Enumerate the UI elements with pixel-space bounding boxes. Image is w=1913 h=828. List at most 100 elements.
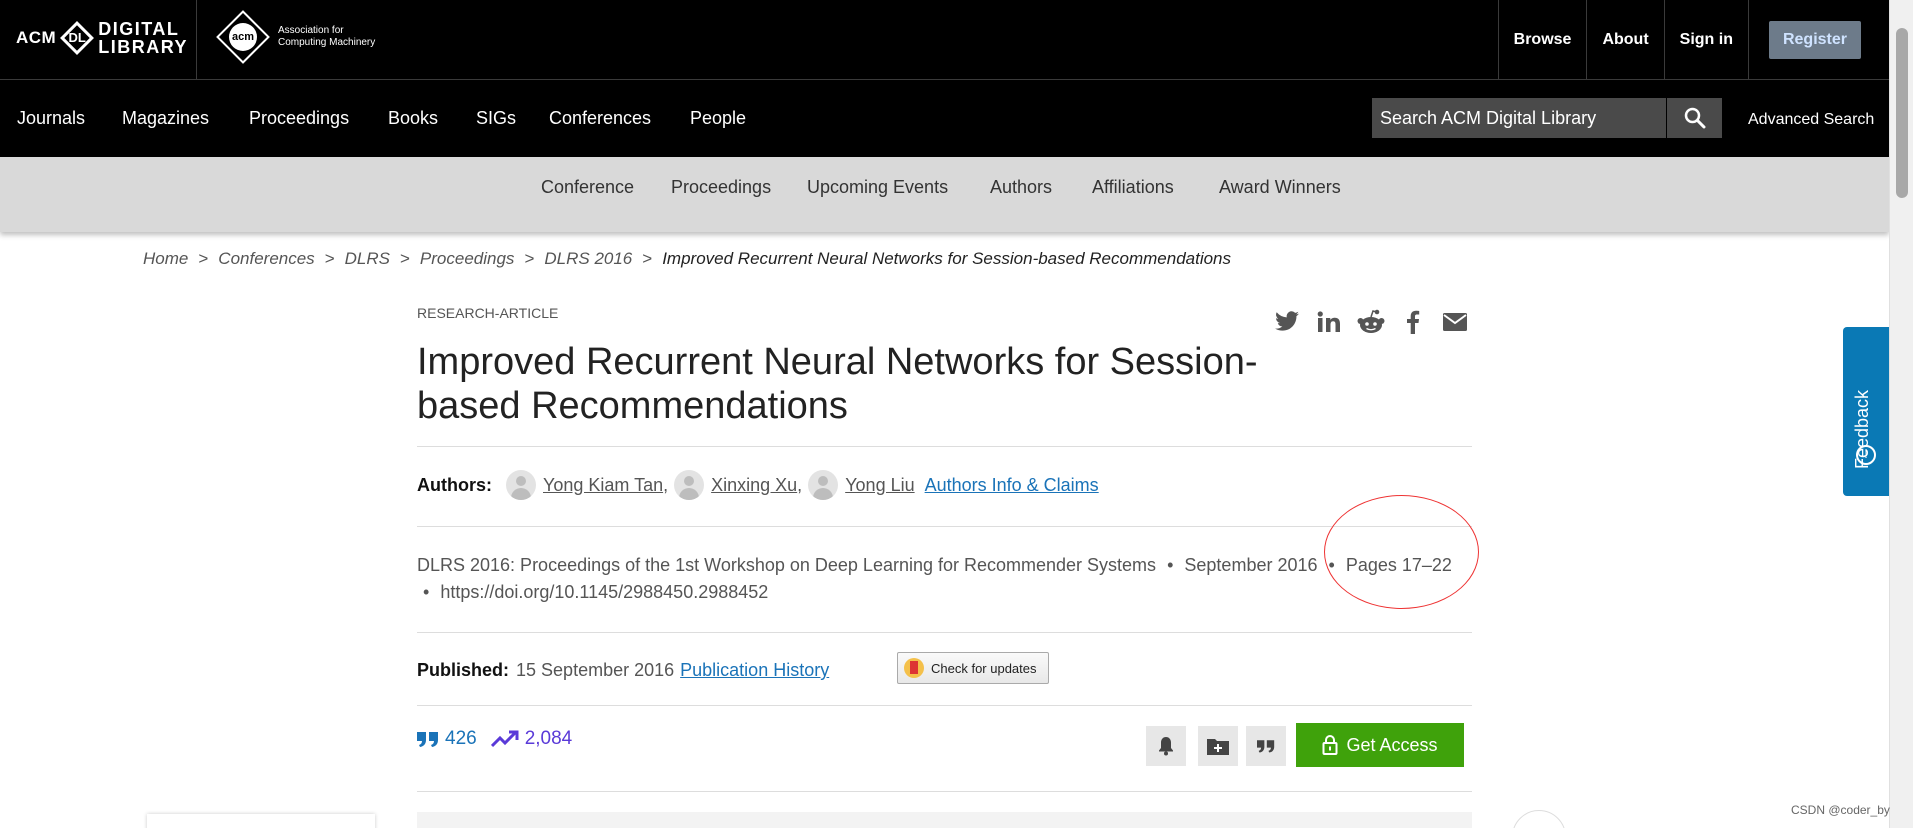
author-link[interactable]: Yong Liu [845, 475, 914, 496]
divider [417, 632, 1472, 633]
nav-sigs[interactable]: SIGs [476, 108, 516, 129]
watermark-text: CSDN @coder_by [1791, 803, 1890, 817]
nav-conferences[interactable]: Conferences [549, 108, 651, 129]
get-access-button[interactable]: Get Access [1296, 723, 1464, 767]
avatar [808, 470, 839, 500]
breadcrumb-dlrs[interactable]: DLRS [345, 249, 390, 269]
acm-association-logo[interactable]: acm Association for Computing Machinery [216, 10, 375, 64]
bell-icon [1159, 737, 1173, 756]
doi-link[interactable]: https://doi.org/10.1145/2988450.2988452 [440, 582, 768, 602]
article-metrics: 426 2,084 [417, 728, 572, 750]
check-for-updates-button[interactable]: Check for updates [897, 652, 1049, 684]
subnav-award-winners[interactable]: Award Winners [1219, 177, 1341, 198]
logo-divider [196, 0, 197, 80]
acm-dl-logo[interactable]: ACM DL DIGITAL LIBRARY [16, 18, 188, 58]
nav-people[interactable]: People [690, 108, 746, 129]
article-title: Improved Recurrent Neural Networks for S… [417, 341, 1258, 427]
sign-in-link[interactable]: Sign in [1663, 0, 1748, 80]
check-updates-label: Check for updates [931, 660, 1037, 676]
citation-count[interactable]: 426 [417, 728, 477, 750]
vertical-scrollbar[interactable] [1889, 0, 1913, 828]
crossmark-icon [904, 658, 924, 678]
bullet-separator: • [423, 582, 430, 602]
add-to-binder-button[interactable] [1198, 726, 1238, 766]
subnav-affiliations[interactable]: Affiliations [1092, 177, 1174, 198]
breadcrumb-separator: > [642, 249, 653, 268]
folder-add-icon [1207, 739, 1229, 755]
search-input[interactable] [1372, 98, 1666, 138]
quote-icon [417, 732, 438, 747]
avatar [506, 470, 536, 500]
breadcrumb-conferences[interactable]: Conferences [218, 249, 314, 269]
twitter-icon[interactable] [1272, 308, 1302, 336]
breadcrumb-separator: > [198, 249, 209, 268]
proceedings-link[interactable]: DLRS 2016: Proceedings of the 1st Worksh… [417, 555, 1156, 575]
side-panel [147, 814, 375, 828]
breadcrumb-proceedings[interactable]: Proceedings [420, 249, 515, 269]
dl-diamond-icon: DL [60, 21, 95, 55]
reddit-icon[interactable] [1356, 308, 1386, 336]
subnav-proceedings[interactable]: Proceedings [671, 177, 771, 198]
published-date: 15 September 2016 [516, 660, 675, 680]
advanced-search-link[interactable]: Advanced Search [1748, 111, 1874, 129]
divider [417, 705, 1472, 706]
author-separator: , [663, 474, 669, 495]
download-count[interactable]: 2,084 [490, 728, 573, 750]
linkedin-icon[interactable] [1314, 308, 1344, 336]
download-count-value: 2,084 [524, 728, 573, 749]
top-header: ACM DL DIGITAL LIBRARY acm Association f… [0, 0, 1889, 80]
get-access-label: Get Access [1346, 734, 1438, 755]
acm-org-line1: Association for [278, 25, 344, 36]
search-icon [1684, 107, 1705, 129]
breadcrumb-dlrs-2016[interactable]: DLRS 2016 [544, 249, 632, 269]
breadcrumb-separator: > [399, 249, 410, 268]
scroll-top-button[interactable] [1512, 810, 1566, 828]
pages-annotation-circle [1324, 495, 1479, 609]
browse-link[interactable]: Browse [1497, 0, 1587, 80]
breadcrumb-separator: > [324, 249, 335, 268]
share-bar [1272, 308, 1470, 336]
about-link[interactable]: About [1586, 0, 1663, 80]
citation-count-value: 426 [445, 728, 477, 749]
register-container: Register [1747, 0, 1889, 80]
alert-button[interactable] [1146, 726, 1186, 766]
published-label: Published: [417, 660, 510, 680]
quote-icon [1257, 740, 1275, 753]
acm-org-line2: Computing Machinery [278, 37, 376, 48]
divider [417, 526, 1472, 527]
author-link[interactable]: Xinxing Xu [711, 475, 797, 496]
citation-line: DLRS 2016: Proceedings of the 1st Worksh… [417, 548, 1477, 582]
acm-emblem-icon: acm [216, 10, 270, 64]
divider [417, 791, 1472, 792]
authors-row: Authors: Yong Kiam Tan, Xinxing Xu, Yong… [417, 470, 1099, 500]
nav-journals[interactable]: Journals [17, 108, 85, 129]
conference-subnav: Conference Proceedings Upcoming Events A… [0, 157, 1889, 232]
publication-history-link[interactable]: Publication History [680, 660, 829, 681]
breadcrumb-separator: > [524, 249, 535, 268]
authors-info-claims-link[interactable]: Authors Info & Claims [925, 475, 1099, 496]
article-type-label: RESEARCH-ARTICLE [417, 305, 559, 321]
divider [417, 446, 1472, 447]
facebook-icon[interactable] [1398, 308, 1428, 336]
top-links: Browse About Sign in Register [1497, 0, 1889, 80]
nav-books[interactable]: Books [388, 108, 438, 129]
breadcrumb: Home > Conferences > DLRS > Proceedings … [143, 249, 1231, 269]
author-link[interactable]: Yong Kiam Tan [543, 475, 663, 496]
register-button[interactable]: Register [1768, 21, 1861, 59]
cite-button[interactable] [1246, 726, 1286, 766]
logo-library-text: LIBRARY [98, 37, 189, 57]
logo-digital-text: DIGITAL [98, 19, 180, 39]
subnav-conference[interactable]: Conference [541, 177, 634, 198]
breadcrumb-current: Improved Recurrent Neural Networks for S… [662, 249, 1232, 268]
doi-line: • https://doi.org/10.1145/2988450.298845… [417, 582, 768, 603]
scrollbar-thumb[interactable] [1896, 28, 1908, 198]
email-icon[interactable] [1440, 308, 1470, 336]
subnav-upcoming-events[interactable]: Upcoming Events [807, 177, 948, 198]
search-button[interactable] [1667, 98, 1722, 138]
subnav-authors[interactable]: Authors [990, 177, 1052, 198]
nav-proceedings[interactable]: Proceedings [249, 108, 349, 129]
author-separator: , [797, 474, 803, 495]
feedback-tab[interactable]: ! Feedback [1843, 327, 1889, 496]
nav-magazines[interactable]: Magazines [122, 108, 209, 129]
breadcrumb-home[interactable]: Home [143, 249, 188, 269]
